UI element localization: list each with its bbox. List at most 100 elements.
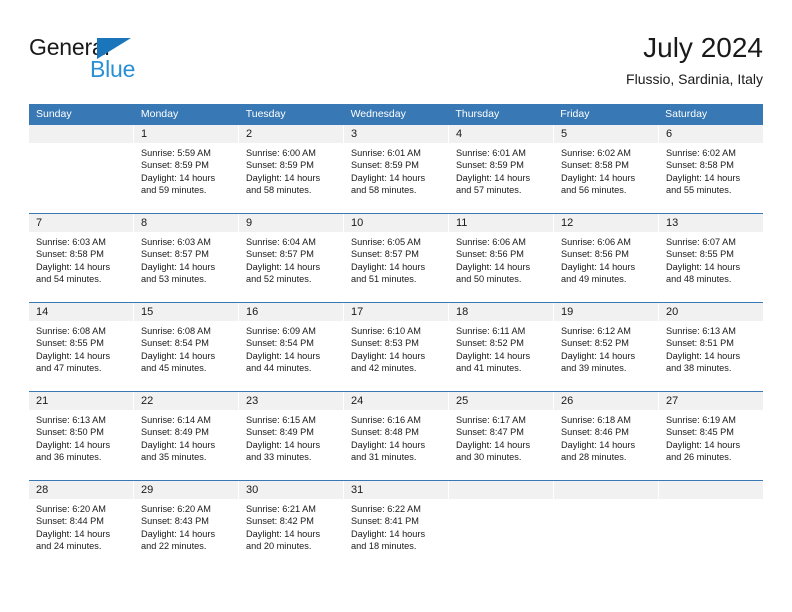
day-number: 23 [239,392,343,410]
day-cell[interactable]: 21 Sunrise: 6:13 AM Sunset: 8:50 PM Dayligh… [29,392,134,480]
day-cell[interactable]: 22 Sunrise: 6:14 AM Sunset: 8:49 PM Dayligh… [134,392,239,480]
day-cell[interactable]: 20 Sunrise: 6:13 AM Sunset: 8:51 PM Dayligh… [659,303,763,391]
day-cell[interactable]: 16 Sunrise: 6:09 AM Sunset: 8:54 PM Dayligh… [239,303,344,391]
day-cell[interactable]: 17 Sunrise: 6:10 AM Sunset: 8:53 PM Dayligh… [344,303,449,391]
daylight-text-line2: and 41 minutes. [456,362,522,373]
day-cell[interactable]: 11 Sunrise: 6:06 AM Sunset: 8:56 PM Dayligh… [449,214,554,302]
sunrise-text: Sunrise: 6:06 AM [561,237,631,247]
daylight-text-line2: and 47 minutes. [36,362,102,373]
day-details: Sunrise: 6:10 AM Sunset: 8:53 PM Daylight:… [344,321,448,374]
day-number: 1 [134,125,238,143]
daylight-text-line1: Daylight: 14 hours [456,261,531,272]
day-cell[interactable]: 28 Sunrise: 6:20 AM Sunset: 8:44 PM Dayligh… [29,481,134,569]
daylight-text-line2: and 36 minutes. [36,451,102,462]
day-cell[interactable]: 19 Sunrise: 6:12 AM Sunset: 8:52 PM Dayligh… [554,303,659,391]
day-cell[interactable]: 23 Sunrise: 6:15 AM Sunset: 8:49 PM Dayligh… [239,392,344,480]
logo-text-blue: Blue [90,56,136,82]
daylight-text-line1: Daylight: 14 hours [36,439,111,450]
day-number: 29 [134,481,238,499]
day-cell[interactable]: 1 Sunrise: 5:59 AM Sunset: 8:59 PM Daylight… [134,125,239,213]
daylight-text-line2: and 18 minutes. [351,540,417,551]
day-number: 31 [344,481,448,499]
daylight-text-line1: Daylight: 14 hours [666,439,741,450]
daylight-text-line1: Daylight: 14 hours [561,439,636,450]
day-details: Sunrise: 6:19 AM Sunset: 8:45 PM Daylight:… [659,410,763,463]
day-cell[interactable]: 8 Sunrise: 6:03 AM Sunset: 8:57 PM Daylight… [134,214,239,302]
daylight-text-line2: and 26 minutes. [666,451,732,462]
day-cell[interactable]: 4 Sunrise: 6:01 AM Sunset: 8:59 PM Daylight… [449,125,554,213]
sunset-text: Sunset: 8:52 PM [561,338,629,349]
day-details: Sunrise: 6:02 AM Sunset: 8:58 PM Daylight:… [554,143,658,196]
week-row: 14 Sunrise: 6:08 AM Sunset: 8:55 PM Dayligh… [29,302,763,391]
daylight-text-line2: and 53 minutes. [141,273,207,284]
sunrise-text: Sunrise: 6:02 AM [561,148,631,158]
daylight-text-line1: Daylight: 14 hours [456,439,531,450]
day-cell[interactable]: 12 Sunrise: 6:06 AM Sunset: 8:56 PM Dayligh… [554,214,659,302]
sunrise-text: Sunrise: 5:59 AM [141,148,211,158]
day-cell[interactable]: 9 Sunrise: 6:04 AM Sunset: 8:57 PM Daylight… [239,214,344,302]
day-details: Sunrise: 6:09 AM Sunset: 8:54 PM Daylight:… [239,321,343,374]
sunrise-text: Sunrise: 6:01 AM [351,148,421,158]
sunrise-text: Sunrise: 6:15 AM [246,415,316,425]
day-details: Sunrise: 6:01 AM Sunset: 8:59 PM Daylight:… [344,143,448,196]
sunrise-text: Sunrise: 6:12 AM [561,326,631,336]
title-block: July 2024 Flussio, Sardinia, Italy [626,30,763,90]
day-number: 21 [29,392,133,410]
sunset-text: Sunset: 8:48 PM [351,427,419,438]
day-number: 28 [29,481,133,499]
day-cell[interactable]: 26 Sunrise: 6:18 AM Sunset: 8:46 PM Dayligh… [554,392,659,480]
day-cell[interactable]: 6 Sunrise: 6:02 AM Sunset: 8:58 PM Daylight… [659,125,763,213]
day-number: 14 [29,303,133,321]
day-number: 13 [659,214,763,232]
week-row: 7 Sunrise: 6:03 AM Sunset: 8:58 PM Daylight… [29,213,763,302]
day-cell[interactable]: 18 Sunrise: 6:11 AM Sunset: 8:52 PM Dayligh… [449,303,554,391]
daylight-text-line1: Daylight: 14 hours [561,261,636,272]
daylight-text-line1: Daylight: 14 hours [246,350,321,361]
day-cell[interactable]: 25 Sunrise: 6:17 AM Sunset: 8:47 PM Dayligh… [449,392,554,480]
daylight-text-line1: Daylight: 14 hours [141,172,216,183]
daylight-text-line1: Daylight: 14 hours [141,439,216,450]
daylight-text-line1: Daylight: 14 hours [561,172,636,183]
day-cell[interactable]: 2 Sunrise: 6:00 AM Sunset: 8:59 PM Daylight… [239,125,344,213]
sunrise-text: Sunrise: 6:13 AM [36,415,106,425]
day-cell[interactable]: 27 Sunrise: 6:19 AM Sunset: 8:45 PM Dayligh… [659,392,763,480]
day-cell[interactable]: 3 Sunrise: 6:01 AM Sunset: 8:59 PM Daylight… [344,125,449,213]
daylight-text-line2: and 58 minutes. [351,184,417,195]
day-cell[interactable]: 14 Sunrise: 6:08 AM Sunset: 8:55 PM Dayligh… [29,303,134,391]
sunset-text: Sunset: 8:56 PM [561,249,629,260]
day-cell[interactable]: 10 Sunrise: 6:05 AM Sunset: 8:57 PM Dayligh… [344,214,449,302]
weekday-header-tuesday: Tuesday [245,108,286,120]
day-cell[interactable]: 29 Sunrise: 6:20 AM Sunset: 8:43 PM Dayligh… [134,481,239,569]
sunrise-text: Sunrise: 6:20 AM [36,504,106,514]
sunrise-text: Sunrise: 6:04 AM [246,237,316,247]
sunset-text: Sunset: 8:57 PM [246,249,314,260]
sunrise-text: Sunrise: 6:17 AM [456,415,526,425]
day-details: Sunrise: 6:06 AM Sunset: 8:56 PM Daylight:… [554,232,658,285]
daylight-text-line2: and 52 minutes. [246,273,312,284]
weekday-header-monday: Monday [140,108,179,120]
day-number [659,481,763,499]
general-blue-logo[interactable]: General Blue [29,34,249,90]
day-details: Sunrise: 6:13 AM Sunset: 8:50 PM Daylight:… [29,410,133,463]
daylight-text-line1: Daylight: 14 hours [36,261,111,272]
day-cell[interactable]: 15 Sunrise: 6:08 AM Sunset: 8:54 PM Dayligh… [134,303,239,391]
daylight-text-line1: Daylight: 14 hours [666,350,741,361]
day-number: 5 [554,125,658,143]
day-cell[interactable]: 7 Sunrise: 6:03 AM Sunset: 8:58 PM Daylight… [29,214,134,302]
sunset-text: Sunset: 8:41 PM [351,516,419,527]
day-cell[interactable]: 31 Sunrise: 6:22 AM Sunset: 8:41 PM Dayligh… [344,481,449,569]
day-cell[interactable]: 30 Sunrise: 6:21 AM Sunset: 8:42 PM Dayligh… [239,481,344,569]
day-number [554,481,658,499]
day-cell[interactable]: 24 Sunrise: 6:16 AM Sunset: 8:48 PM Dayligh… [344,392,449,480]
daylight-text-line2: and 51 minutes. [351,273,417,284]
day-details: Sunrise: 6:03 AM Sunset: 8:58 PM Daylight:… [29,232,133,285]
sunset-text: Sunset: 8:59 PM [351,160,419,171]
day-cell[interactable]: 13 Sunrise: 6:07 AM Sunset: 8:55 PM Dayligh… [659,214,763,302]
page-title: July 2024 [643,32,763,63]
calendar-page: General Blue July 2024 Flussio, Sardinia… [0,0,792,612]
sunset-text: Sunset: 8:44 PM [36,516,104,527]
daylight-text-line2: and 22 minutes. [141,540,207,551]
day-details: Sunrise: 6:12 AM Sunset: 8:52 PM Daylight:… [554,321,658,374]
day-cell[interactable]: 5 Sunrise: 6:02 AM Sunset: 8:58 PM Daylight… [554,125,659,213]
sunset-text: Sunset: 8:55 PM [666,249,734,260]
